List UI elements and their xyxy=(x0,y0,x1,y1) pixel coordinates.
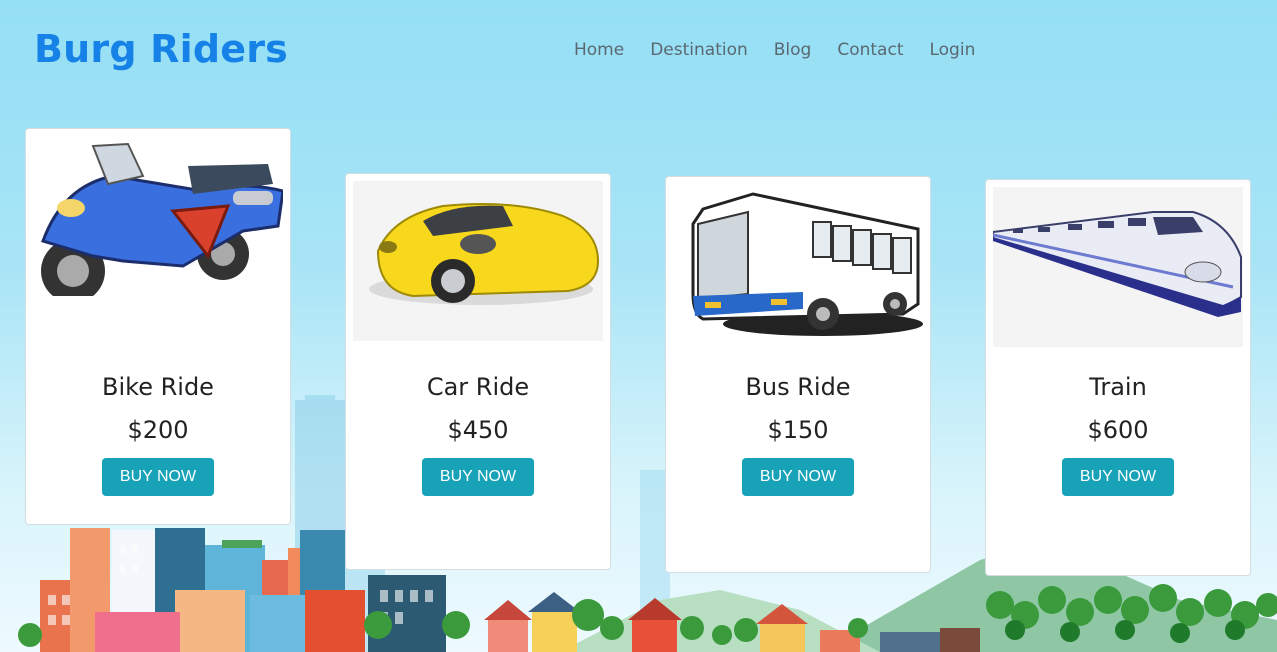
nav-destination-link[interactable]: Destination xyxy=(650,40,748,60)
product-card-bus: Bus Ride $150 BUY NOW xyxy=(665,176,931,573)
nav-login-link[interactable]: Login xyxy=(929,40,975,60)
bus-icon xyxy=(673,184,923,344)
nav-blog-link[interactable]: Blog xyxy=(774,40,812,60)
product-card-train: Train $600 BUY NOW xyxy=(985,179,1251,576)
product-card-car: Car Ride $450 BUY NOW xyxy=(345,173,611,570)
buy-now-button[interactable]: BUY NOW xyxy=(422,458,534,496)
card-price: $200 xyxy=(127,416,189,444)
car-icon xyxy=(353,181,603,341)
main-nav: Home Destination Blog Contact Login xyxy=(574,40,975,60)
card-price: $600 xyxy=(1087,416,1149,444)
card-price: $150 xyxy=(767,416,829,444)
card-title: Bike Ride xyxy=(102,373,214,401)
card-title: Car Ride xyxy=(426,373,530,401)
card-title: Train xyxy=(1089,373,1147,401)
nav-home-link[interactable]: Home xyxy=(574,40,624,60)
card-title: Bus Ride xyxy=(745,373,851,401)
brand-logo[interactable]: Burg Riders xyxy=(34,27,288,71)
buy-now-button[interactable]: BUY NOW xyxy=(102,458,214,496)
buy-now-button[interactable]: BUY NOW xyxy=(1062,458,1174,496)
train-icon xyxy=(993,187,1243,347)
nav-contact-link[interactable]: Contact xyxy=(837,40,903,60)
product-card-bike: Bike Ride $200 BUY NOW xyxy=(25,128,291,525)
buy-now-button[interactable]: BUY NOW xyxy=(742,458,854,496)
motorcycle-icon xyxy=(33,136,283,296)
card-price: $450 xyxy=(447,416,509,444)
